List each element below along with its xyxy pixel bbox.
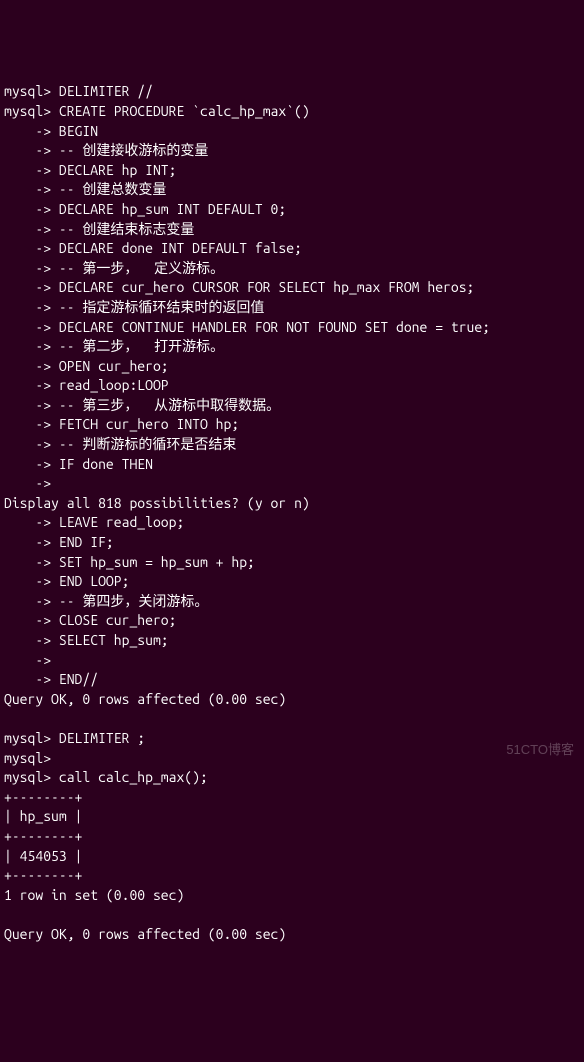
watermark-text: 51CTO博客 xyxy=(506,741,574,759)
terminal-output[interactable]: mysql> DELIMITER // mysql> CREATE PROCED… xyxy=(4,82,580,944)
